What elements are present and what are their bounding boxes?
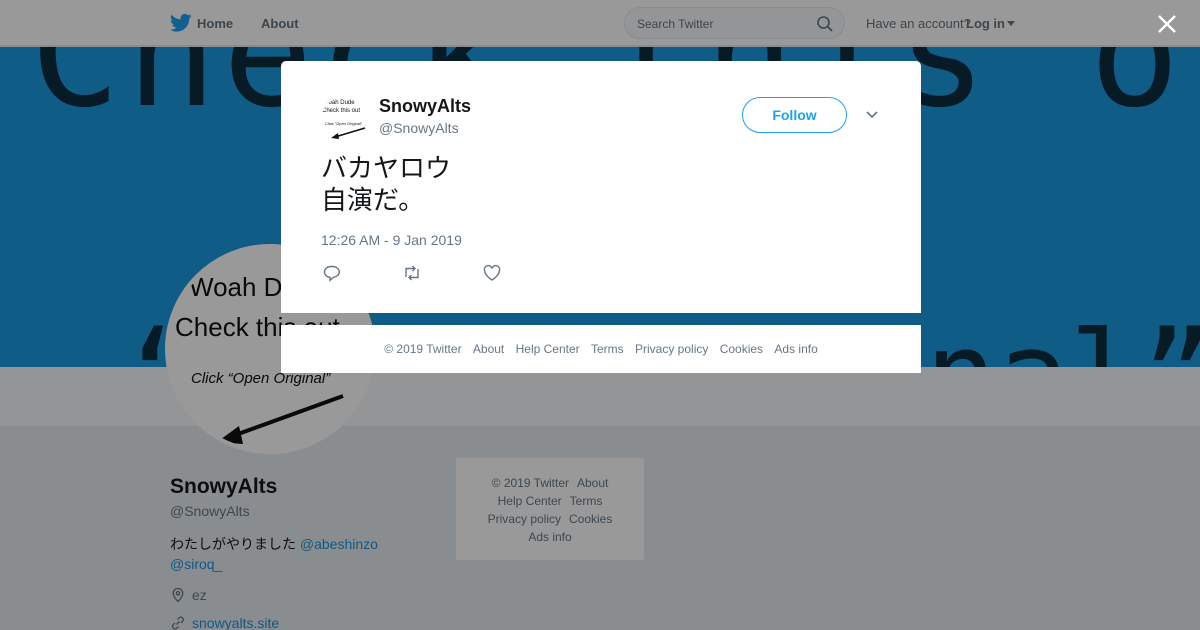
follow-button[interactable]: Follow [742, 97, 847, 133]
footer-about-link[interactable]: About [473, 342, 504, 356]
tweet-timestamp[interactable]: 12:26 AM - 9 Jan 2019 [321, 232, 462, 248]
tweet-text-line: 自演だ。 [321, 186, 425, 216]
footer-cookies-link[interactable]: Cookies [720, 342, 763, 356]
tweet-author-name[interactable]: SnowyAlts [379, 96, 471, 117]
footer-help-link[interactable]: Help Center [516, 342, 580, 356]
tweet-author-handle[interactable]: @SnowyAlts [379, 120, 459, 136]
arrow-icon [331, 127, 366, 139]
like-icon[interactable] [482, 264, 502, 282]
close-icon[interactable] [1156, 13, 1178, 35]
avatar-mini-line1: Woah Dude [323, 100, 355, 106]
tweet-author-avatar[interactable]: Woah Dude Check this out Click “Open Ori… [321, 96, 369, 144]
chevron-down-icon[interactable] [865, 109, 879, 121]
footer-ads-link[interactable]: Ads info [774, 342, 817, 356]
footer-terms-link[interactable]: Terms [591, 342, 624, 356]
avatar-mini-line2: Check this out [322, 108, 361, 114]
footer-copyright: © 2019 Twitter [384, 342, 462, 356]
tweet-text: バカヤロウ 自演だ。 [321, 153, 451, 217]
tweet-modal: Woah Dude Check this out Click “Open Ori… [281, 61, 921, 313]
tweet-text-line: バカヤロウ [321, 154, 452, 184]
footer-privacy-link[interactable]: Privacy policy [635, 342, 708, 356]
reply-icon[interactable] [322, 264, 342, 282]
modal-footer: © 2019 Twitter About Help Center Terms P… [281, 325, 921, 373]
retweet-icon[interactable] [402, 264, 422, 282]
